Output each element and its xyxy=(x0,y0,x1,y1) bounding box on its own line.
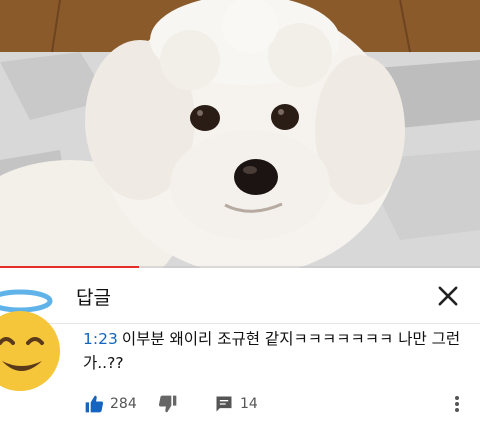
comment-actions: 284 14 xyxy=(84,393,474,417)
avatar[interactable] xyxy=(0,281,64,393)
replies-header: 답글 xyxy=(0,269,480,324)
replies-panel: 답글 1:23 이부분 왜이리 조규현 같지ㅋㅋㅋㅋㅋㅋㅋ 나만 그런 가..??… xyxy=(0,269,480,426)
reply-button[interactable]: 14 xyxy=(214,393,258,415)
smiling-face-with-halo-icon xyxy=(0,289,60,391)
comment-timestamp-link[interactable]: 1:23 xyxy=(83,330,118,348)
close-icon[interactable] xyxy=(434,282,462,310)
more-vert-icon[interactable] xyxy=(452,394,462,414)
reply-comment: 1:23 이부분 왜이리 조규현 같지ㅋㅋㅋㅋㅋㅋㅋ 나만 그런 가..?? xyxy=(83,327,463,375)
reply-count: 14 xyxy=(240,396,258,412)
video-progress-bar[interactable] xyxy=(0,266,480,268)
dislike-button[interactable] xyxy=(158,393,178,415)
video-progress-fill xyxy=(0,266,140,268)
thumbs-up-icon xyxy=(85,395,104,413)
video-frame[interactable] xyxy=(0,0,480,268)
like-count: 284 xyxy=(110,396,137,412)
like-button[interactable]: 284 xyxy=(84,393,137,415)
replies-title: 답글 xyxy=(76,287,111,309)
dog-image xyxy=(0,0,480,268)
comment-text: 이부분 왜이리 조규현 같지ㅋㅋㅋㅋㅋㅋㅋ 나만 그런 가..?? xyxy=(83,330,461,372)
thumbs-down-icon xyxy=(158,395,177,413)
comment-icon xyxy=(216,396,232,412)
